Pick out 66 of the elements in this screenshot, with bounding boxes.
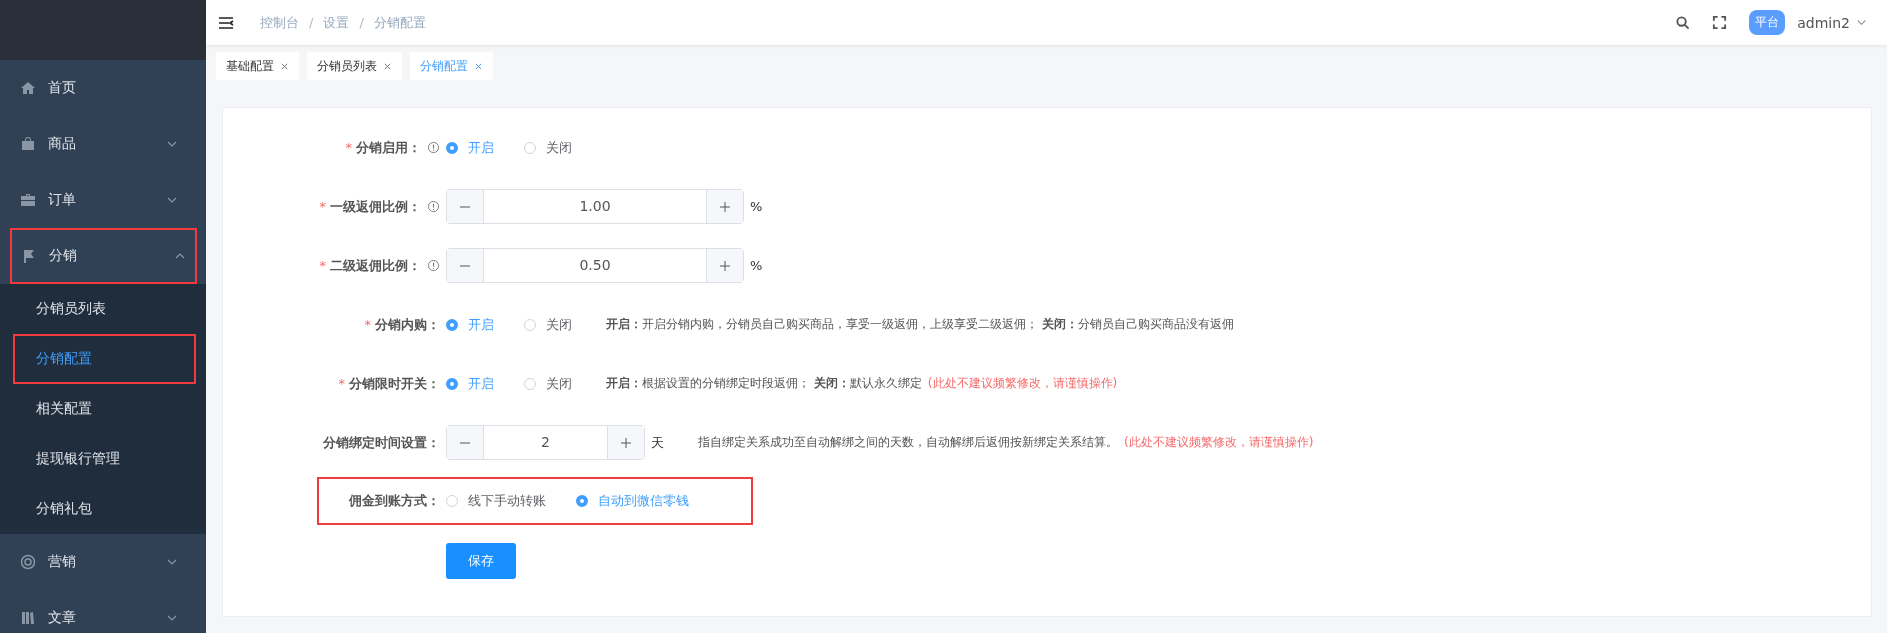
close-icon[interactable] <box>280 61 289 71</box>
plus-icon[interactable] <box>706 249 743 282</box>
menu-icon[interactable] <box>218 14 234 31</box>
breadcrumb-separator: / <box>309 15 314 30</box>
close-icon[interactable] <box>383 61 392 71</box>
menu-label: 订单 <box>48 191 77 209</box>
field-label: 二级返佣比例： <box>330 256 421 275</box>
menu-label: 营销 <box>48 553 77 571</box>
unit-label: 天 <box>651 433 664 452</box>
menu-label: 商品 <box>48 135 77 153</box>
field-label: 分销内购： <box>375 315 440 334</box>
breadcrumb-separator: / <box>359 15 364 30</box>
unit-label: % <box>750 199 763 214</box>
submenu-item[interactable]: 分销配置 <box>13 334 196 384</box>
bag-icon <box>20 136 36 152</box>
chevron-icon <box>1856 17 1867 28</box>
menu-label: 文章 <box>48 609 77 627</box>
book-icon <box>20 610 36 626</box>
menu-label: 首页 <box>48 79 77 97</box>
menu-item[interactable]: 文章 <box>0 590 198 633</box>
page-tab[interactable]: 分销员列表 <box>307 52 402 80</box>
field-label: 分销限时开关： <box>349 374 440 393</box>
submenu-item[interactable]: 分销员列表 <box>0 284 206 334</box>
warning-note: (此处不建议频繁修改，请谨慎操作) <box>927 375 1118 392</box>
required-asterisk: * <box>338 376 345 391</box>
flag-icon <box>21 248 37 264</box>
field-note: 开启：开启分销内购，分销员自己购买商品，享受一级返佣，上级享受二级返佣； 关闭：分销员自己购买商品没有返佣 <box>606 316 1234 333</box>
fullscreen-icon[interactable] <box>1712 15 1728 30</box>
submenu-item[interactable]: 分销礼包 <box>0 484 206 534</box>
menu-item[interactable]: 商品 <box>0 116 198 172</box>
close-icon[interactable] <box>474 61 483 71</box>
menu-item[interactable]: 分销 <box>10 228 197 284</box>
search-icon[interactable] <box>1675 15 1691 30</box>
number-input[interactable]: 0.50 <box>446 248 744 283</box>
user-menu[interactable]: admin2 <box>1797 14 1850 31</box>
menu-item[interactable]: 订单 <box>0 172 198 228</box>
required-asterisk: * <box>319 199 326 214</box>
number-input[interactable]: 1.00 <box>446 189 744 224</box>
submenu-item[interactable]: 相关配置 <box>0 384 206 434</box>
page-tab[interactable]: 基础配置 <box>216 52 299 80</box>
field-note: 开启：根据设置的分销绑定时段返佣； 关闭：默认永久绑定 <box>606 375 922 392</box>
required-asterisk: * <box>364 317 371 332</box>
radio-option[interactable]: 线下手动转账 <box>446 492 546 510</box>
field-label: 佣金到账方式： <box>349 492 440 510</box>
number-input[interactable]: 2 <box>446 425 645 460</box>
required-asterisk: * <box>319 258 326 273</box>
radio-option[interactable]: 关闭 <box>524 138 572 157</box>
menu-item[interactable]: 营销 <box>0 534 198 590</box>
platform-badge: 平台 <box>1749 10 1786 35</box>
warning-note: (此处不建议频繁修改，请谨慎操作) <box>1124 434 1314 451</box>
required-asterisk: * <box>345 140 352 155</box>
field-label: 分销绑定时间设置： <box>323 433 440 452</box>
submenu-item[interactable]: 提现银行管理 <box>0 434 206 484</box>
home-icon <box>20 80 36 96</box>
plus-icon[interactable] <box>706 190 743 223</box>
radio-option[interactable]: 关闭 <box>524 315 572 334</box>
field-label: 一级返佣比例： <box>330 197 421 216</box>
menu-item[interactable]: 首页 <box>0 60 198 116</box>
field-note: 指自绑定关系成功至自动解绑之间的天数，自动解绑后返佣按新绑定关系结算。 <box>698 434 1118 451</box>
ring-icon <box>20 554 36 570</box>
plus-icon[interactable] <box>607 426 644 459</box>
menu-label: 分销 <box>49 247 78 265</box>
field-label: 分销启用： <box>356 138 421 157</box>
radio-option[interactable]: 关闭 <box>524 374 572 393</box>
unit-label: % <box>750 258 763 273</box>
briefcase-icon <box>20 192 36 208</box>
